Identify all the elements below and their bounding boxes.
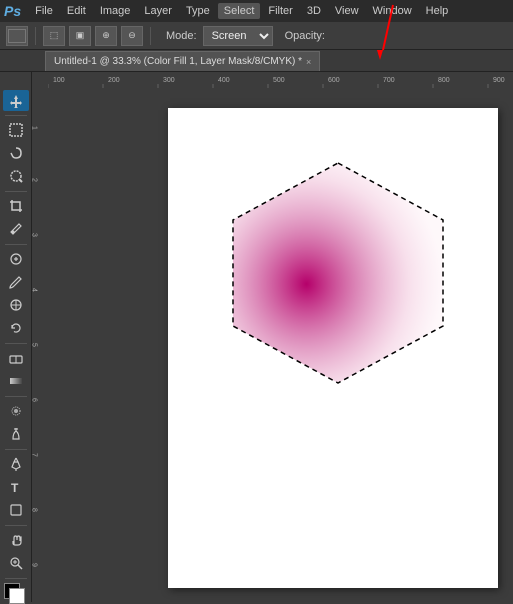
tool-sep3 bbox=[5, 244, 27, 245]
svg-text:600: 600 bbox=[328, 77, 340, 84]
tool-hand[interactable] bbox=[3, 530, 29, 551]
svg-text:5: 5 bbox=[32, 343, 38, 347]
tool-brush[interactable] bbox=[3, 272, 29, 293]
mode-select[interactable]: Screen Normal Multiply Overlay bbox=[203, 26, 273, 46]
options-bar: ⬚ ▣ ⊕ ⊖ Mode: Screen Normal Multiply Ove… bbox=[0, 22, 513, 50]
ruler-left: 1 2 3 4 5 6 7 8 9 bbox=[32, 88, 48, 602]
menu-3d[interactable]: 3D bbox=[301, 3, 327, 19]
svg-text:2: 2 bbox=[32, 178, 38, 182]
menu-help[interactable]: Help bbox=[420, 3, 455, 19]
tab-bar: Untitled-1 @ 33.3% (Color Fill 1, Layer … bbox=[0, 50, 513, 72]
ps-logo: Ps bbox=[4, 3, 21, 19]
menu-file[interactable]: File bbox=[29, 3, 59, 19]
menu-edit[interactable]: Edit bbox=[61, 3, 92, 19]
mode-label: Mode: bbox=[166, 30, 197, 42]
tool-shape[interactable] bbox=[3, 500, 29, 521]
svg-text:9: 9 bbox=[32, 563, 38, 567]
tool-eyedropper[interactable] bbox=[3, 219, 29, 240]
svg-text:800: 800 bbox=[438, 77, 450, 84]
menu-view[interactable]: View bbox=[329, 3, 365, 19]
tool-gradient[interactable] bbox=[3, 371, 29, 392]
tool-sep2 bbox=[5, 191, 27, 192]
options-btn4[interactable]: ⊖ bbox=[121, 26, 143, 46]
tool-marquee[interactable] bbox=[3, 120, 29, 141]
tool-blur[interactable] bbox=[3, 401, 29, 422]
tool-dodge[interactable] bbox=[3, 424, 29, 445]
svg-text:7: 7 bbox=[32, 453, 38, 457]
tool-sep8 bbox=[5, 578, 27, 579]
menu-window[interactable]: Window bbox=[367, 3, 418, 19]
doc-tab[interactable]: Untitled-1 @ 33.3% (Color Fill 1, Layer … bbox=[45, 51, 320, 71]
svg-text:6: 6 bbox=[32, 398, 38, 402]
ruler-top: 100 200 300 400 500 600 700 800 900 bbox=[48, 72, 513, 88]
options-btn3[interactable]: ⊕ bbox=[95, 26, 117, 46]
tool-sep6 bbox=[5, 449, 27, 450]
tool-sep1 bbox=[5, 115, 27, 116]
fg-bg-colors[interactable] bbox=[4, 583, 28, 602]
svg-text:900: 900 bbox=[493, 77, 505, 84]
tool-crop[interactable] bbox=[3, 196, 29, 217]
doc-tab-title: Untitled-1 @ 33.3% (Color Fill 1, Layer … bbox=[54, 56, 302, 67]
tool-quicksel[interactable] bbox=[3, 166, 29, 187]
svg-text:400: 400 bbox=[218, 77, 230, 84]
options-btn2[interactable]: ▣ bbox=[69, 26, 91, 46]
tool-heal[interactable] bbox=[3, 249, 29, 270]
svg-text:200: 200 bbox=[108, 77, 120, 84]
svg-text:100: 100 bbox=[53, 77, 65, 84]
menu-image[interactable]: Image bbox=[94, 3, 137, 19]
menu-layer[interactable]: Layer bbox=[138, 3, 178, 19]
svg-text:300: 300 bbox=[163, 77, 175, 84]
svg-text:4: 4 bbox=[32, 288, 38, 292]
svg-text:3: 3 bbox=[32, 233, 38, 237]
canvas-wrapper bbox=[48, 88, 513, 602]
tool-history[interactable] bbox=[3, 318, 29, 339]
options-sep1 bbox=[35, 27, 36, 45]
menu-filter[interactable]: Filter bbox=[262, 3, 298, 19]
tool-eraser[interactable] bbox=[3, 348, 29, 369]
tool-text[interactable]: T bbox=[3, 477, 29, 498]
workspace: T 100 200 bbox=[0, 72, 513, 602]
toolbar: T bbox=[0, 72, 32, 602]
options-swatch-btn[interactable] bbox=[6, 26, 28, 46]
tool-sep5 bbox=[5, 396, 27, 397]
doc-tab-close[interactable]: × bbox=[306, 57, 311, 67]
options-sep2 bbox=[150, 27, 151, 45]
opacity-label: Opacity: bbox=[285, 30, 325, 42]
svg-text:1: 1 bbox=[32, 126, 38, 130]
tool-lasso[interactable] bbox=[3, 143, 29, 164]
options-btn1[interactable]: ⬚ bbox=[43, 26, 65, 46]
menu-type[interactable]: Type bbox=[180, 3, 216, 19]
hexagon-shape bbox=[218, 158, 458, 388]
tool-sep4 bbox=[5, 343, 27, 344]
tool-sep7 bbox=[5, 525, 27, 526]
svg-text:500: 500 bbox=[273, 77, 285, 84]
menu-items: File Edit Image Layer Type Select Filter… bbox=[29, 3, 454, 19]
svg-text:700: 700 bbox=[383, 77, 395, 84]
canvas-area: 100 200 300 400 500 600 700 800 900 bbox=[32, 72, 513, 602]
tool-clone[interactable] bbox=[3, 295, 29, 316]
menu-select[interactable]: Select bbox=[218, 3, 261, 19]
tool-zoom[interactable] bbox=[3, 553, 29, 574]
svg-text:T: T bbox=[11, 481, 19, 494]
menu-bar: Ps File Edit Image Layer Type Select Fil… bbox=[0, 0, 513, 22]
tool-pen[interactable] bbox=[3, 454, 29, 475]
canvas-document bbox=[168, 108, 498, 588]
tool-move[interactable] bbox=[3, 90, 29, 111]
svg-text:8: 8 bbox=[32, 508, 38, 512]
